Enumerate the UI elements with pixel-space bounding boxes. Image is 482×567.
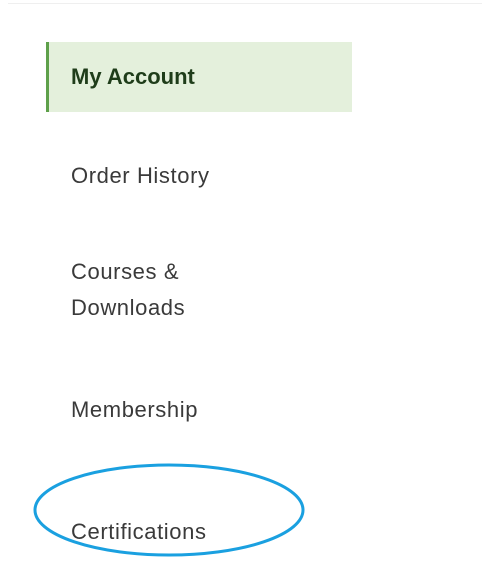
top-divider xyxy=(8,3,482,4)
account-nav-list: My Account Order History Courses & Downl… xyxy=(46,42,352,544)
account-page: My Account Order History Courses & Downl… xyxy=(0,0,482,567)
nav-link-certifications[interactable]: Certifications xyxy=(46,514,207,550)
nav-link-courses-downloads[interactable]: Courses & Downloads xyxy=(46,254,291,326)
nav-link-membership[interactable]: Membership xyxy=(46,392,198,428)
nav-link-order-history[interactable]: Order History xyxy=(46,158,210,194)
account-nav-item-my-account: My Account xyxy=(46,42,352,112)
nav-link-my-account[interactable]: My Account xyxy=(46,42,352,112)
